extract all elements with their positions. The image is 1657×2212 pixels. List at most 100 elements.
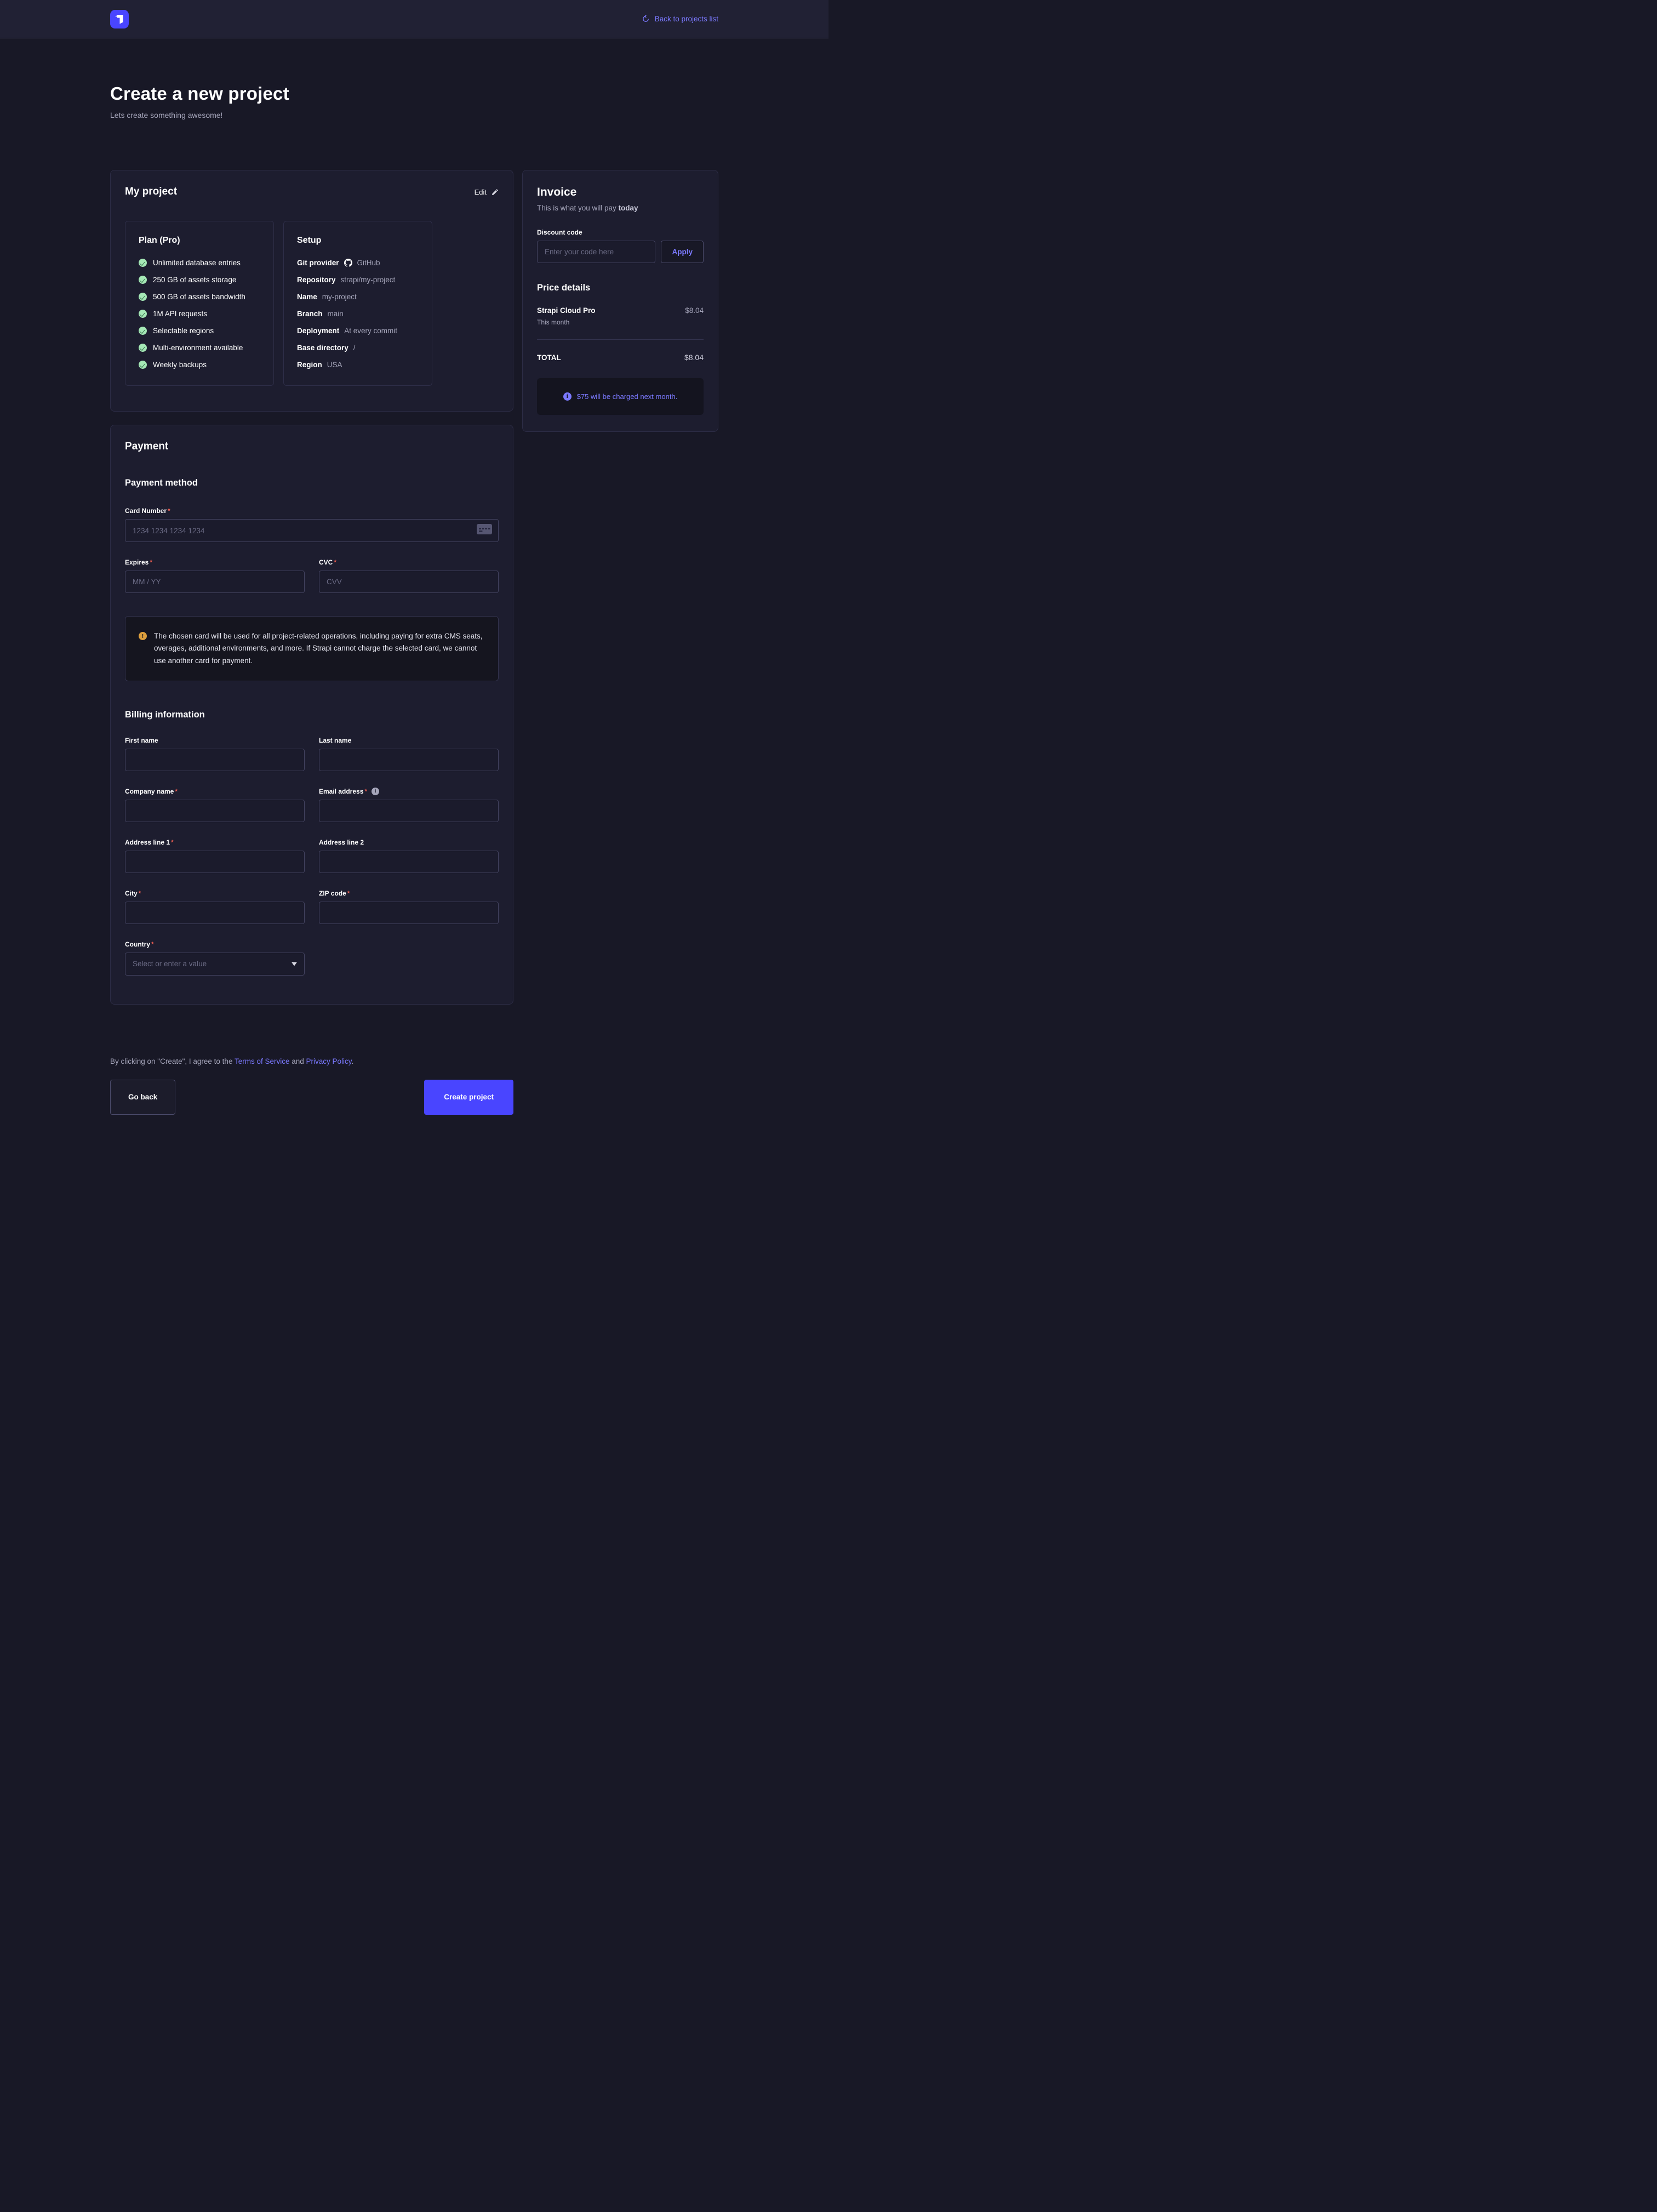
company-name-field: Company name*: [125, 788, 305, 822]
setup-row: Name my-project: [297, 293, 419, 301]
plan-feature-item: Multi-environment available: [139, 344, 260, 352]
email-info-icon[interactable]: i: [372, 788, 379, 795]
address-line2-input[interactable]: [319, 851, 499, 873]
billing-heading: Billing information: [125, 710, 499, 720]
address-line1-field: Address line 1*: [125, 839, 305, 873]
total-label: TOTAL: [537, 354, 561, 362]
go-back-button[interactable]: Go back: [110, 1080, 175, 1115]
plan-feature-label: Selectable regions: [153, 327, 214, 335]
country-select-placeholder: Select or enter a value: [133, 960, 207, 968]
setup-row-value: main: [328, 310, 344, 318]
required-asterisk: *: [168, 507, 170, 515]
check-icon: [139, 259, 147, 267]
my-project-card: My project Edit Plan (Pro) Unlimited dat…: [110, 170, 513, 412]
company-name-input[interactable]: [125, 800, 305, 822]
price-details-heading: Price details: [537, 283, 704, 293]
last-name-input[interactable]: [319, 749, 499, 771]
country-field: Country* Select or enter a value: [125, 940, 305, 976]
project-card-title: My project: [125, 186, 177, 198]
first-name-label: First name: [125, 737, 305, 744]
zip-code-field: ZIP code*: [319, 890, 499, 924]
setup-row: Branch main: [297, 310, 419, 318]
setup-list: Git provider GitHub Repository strapi/my…: [297, 259, 419, 369]
setup-row: Git provider GitHub: [297, 259, 419, 267]
edit-pencil-icon: [492, 189, 499, 196]
setup-subcard: Setup Git provider GitHub Repository: [283, 221, 432, 386]
setup-row-value: At every commit: [344, 327, 397, 335]
terms-of-service-link[interactable]: Terms of Service: [235, 1057, 290, 1065]
page-title: Create a new project: [110, 83, 718, 104]
total-amount: $8.04: [684, 353, 704, 362]
city-input[interactable]: [125, 902, 305, 924]
credit-card-icon: [477, 524, 492, 537]
setup-row-label: Base directory: [297, 344, 348, 352]
back-to-projects-link[interactable]: Back to projects list: [642, 15, 718, 23]
chevron-down-icon: [292, 962, 297, 966]
invoice-panel: Invoice This is what you will pay today …: [522, 170, 718, 432]
warning-text: The chosen card will be used for all pro…: [154, 630, 485, 667]
footer-actions: Go back Create project: [110, 1080, 513, 1197]
last-name-field: Last name: [319, 737, 499, 771]
check-icon: [139, 293, 147, 301]
payment-title: Payment: [125, 441, 499, 453]
top-navbar: Back to projects list: [0, 0, 828, 38]
total-row: TOTAL $8.04: [537, 353, 704, 362]
edit-button-label: Edit: [475, 188, 487, 196]
country-select[interactable]: Select or enter a value: [125, 953, 305, 976]
company-name-label: Company name*: [125, 788, 305, 795]
setup-row-label: Branch: [297, 310, 323, 318]
plan-feature-label: 1M API requests: [153, 310, 207, 318]
payment-card: Payment Payment method Card Number*: [110, 425, 513, 1005]
edit-button[interactable]: Edit: [475, 188, 499, 196]
setup-title: Setup: [297, 236, 419, 246]
info-icon: i: [563, 392, 572, 401]
setup-row-value: my-project: [322, 293, 357, 301]
invoice-subtitle: This is what you will pay today: [537, 204, 704, 212]
first-name-input[interactable]: [125, 749, 305, 771]
check-icon: [139, 310, 147, 318]
country-label: Country*: [125, 940, 305, 948]
required-asterisk: *: [150, 558, 152, 566]
line-item-amount: $8.04: [685, 306, 704, 315]
privacy-policy-link[interactable]: Privacy Policy: [306, 1057, 352, 1065]
plan-feature-item: 1M API requests: [139, 310, 260, 318]
apply-discount-button[interactable]: Apply: [661, 241, 704, 263]
cvc-input[interactable]: [319, 571, 499, 593]
plan-feature-item: Selectable regions: [139, 327, 260, 335]
next-month-note: i $75 will be charged next month.: [537, 378, 704, 415]
plan-feature-item: Weekly backups: [139, 361, 260, 369]
setup-row-label: Repository: [297, 276, 336, 284]
plan-feature-item: 250 GB of assets storage: [139, 276, 260, 284]
email-label: Email address* i: [319, 788, 499, 795]
setup-row: Base directory /: [297, 344, 419, 352]
setup-row: Region USA: [297, 361, 419, 369]
setup-row-value: /: [353, 344, 356, 352]
line-item-name: Strapi Cloud Pro: [537, 306, 596, 315]
expires-input[interactable]: [125, 571, 305, 593]
setup-row: Deployment At every commit: [297, 327, 419, 335]
email-input[interactable]: [319, 800, 499, 822]
address-line1-input[interactable]: [125, 851, 305, 873]
address-line2-label: Address line 2: [319, 839, 499, 846]
plan-feature-label: 250 GB of assets storage: [153, 276, 236, 284]
last-name-label: Last name: [319, 737, 499, 744]
check-icon: [139, 361, 147, 369]
invoice-title: Invoice: [537, 186, 704, 199]
plan-title: Plan (Pro): [139, 236, 260, 246]
cvc-label: CVC*: [319, 558, 499, 566]
email-field: Email address* i: [319, 788, 499, 822]
warning-icon: !: [139, 632, 147, 640]
zip-code-input[interactable]: [319, 902, 499, 924]
setup-row-value: strapi/my-project: [341, 276, 396, 284]
required-asterisk: *: [334, 558, 336, 566]
line-item-period: This month: [537, 318, 596, 326]
discount-code-input[interactable]: [537, 241, 655, 263]
expires-label: Expires*: [125, 558, 305, 566]
card-number-input[interactable]: [125, 519, 499, 542]
address-line1-label: Address line 1*: [125, 839, 305, 846]
create-project-button[interactable]: Create project: [424, 1080, 513, 1115]
strapi-logo-icon[interactable]: [110, 10, 129, 28]
setup-row-label: Region: [297, 361, 322, 369]
price-line-item: Strapi Cloud Pro This month $8.04: [537, 306, 704, 326]
page-subtitle: Lets create something awesome!: [110, 111, 718, 119]
